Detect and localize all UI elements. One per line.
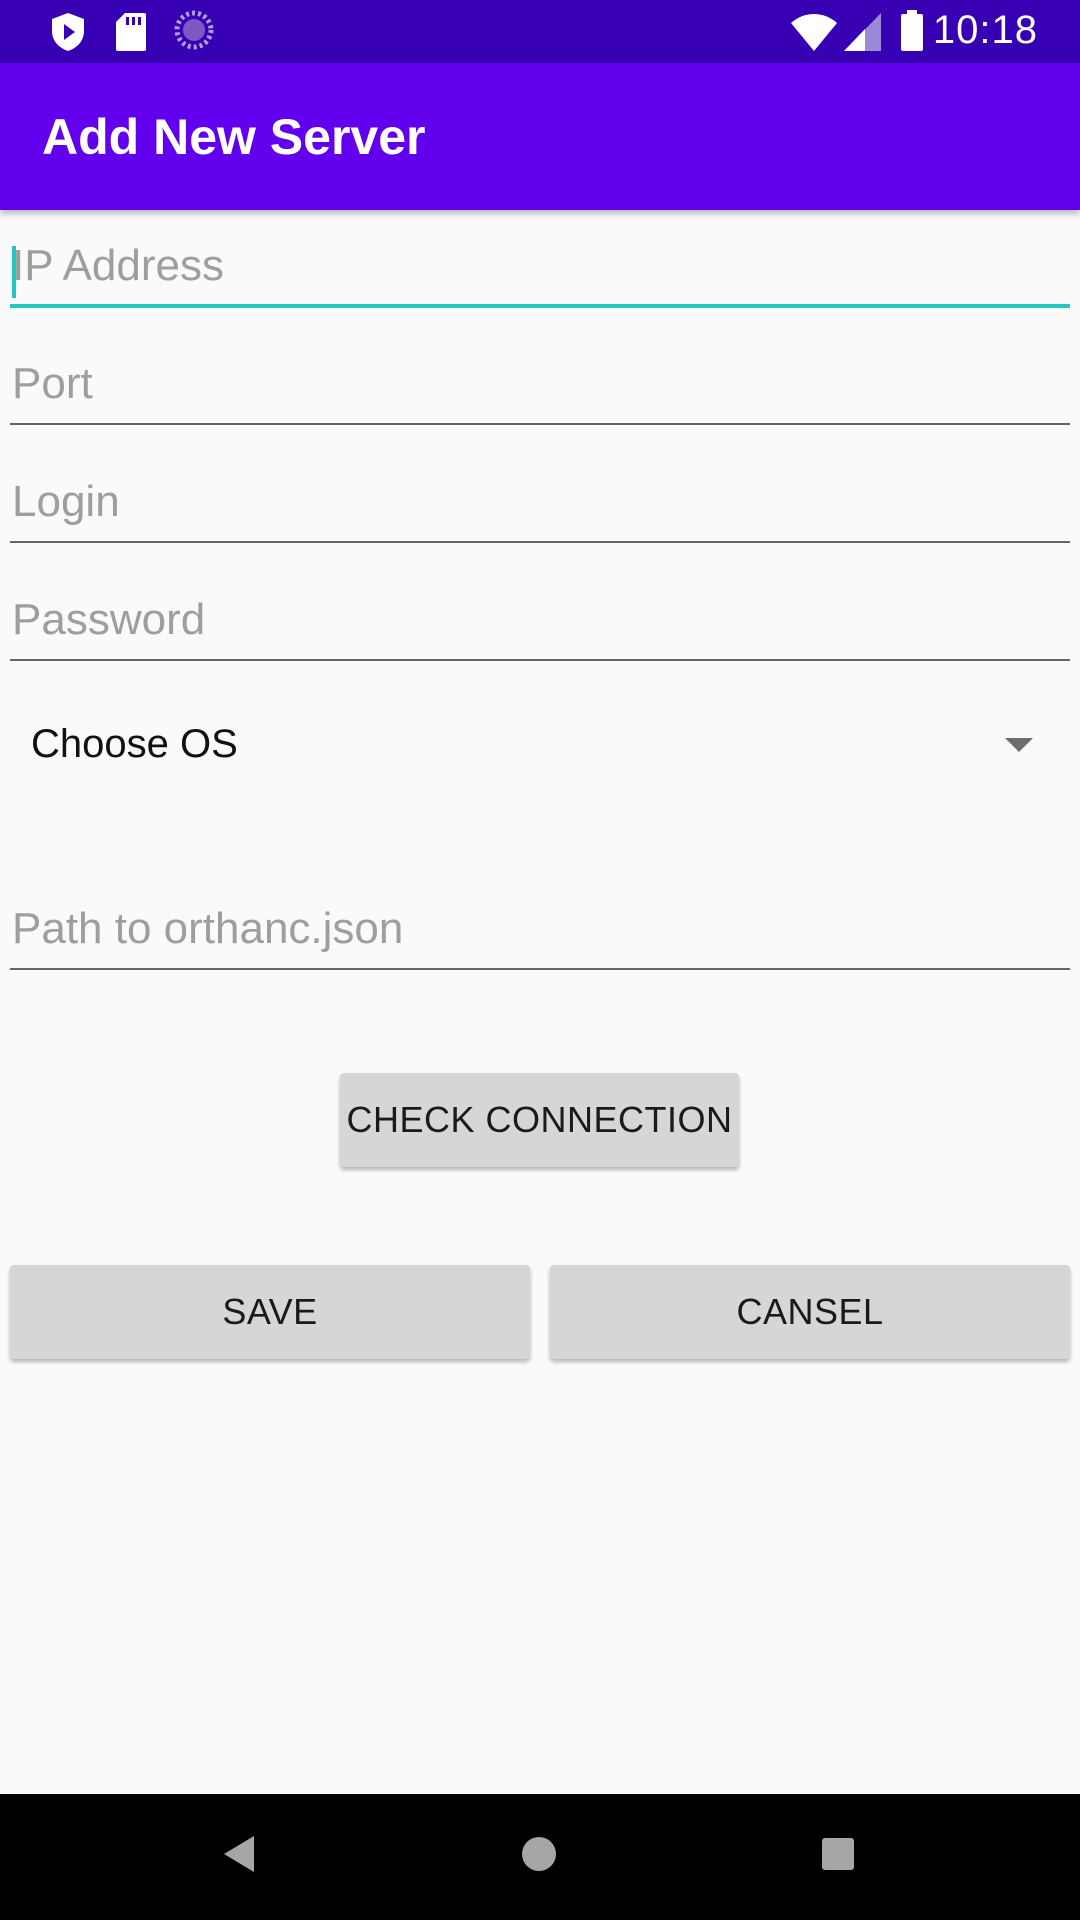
- wifi-icon: [790, 12, 838, 57]
- signal-icon: [843, 12, 883, 57]
- back-icon[interactable]: [224, 1836, 254, 1872]
- login-field[interactable]: [10, 463, 1070, 543]
- save-button[interactable]: SAVE: [10, 1265, 530, 1359]
- app-bar: Add New Server: [0, 63, 1080, 210]
- port-field[interactable]: [10, 345, 1070, 425]
- path-input[interactable]: [10, 890, 1070, 968]
- battery-icon: [900, 10, 924, 57]
- login-input[interactable]: [10, 463, 1070, 541]
- status-time: 10:18: [932, 8, 1038, 52]
- status-bar: 10:18: [0, 0, 1080, 63]
- password-field[interactable]: [10, 581, 1070, 661]
- page-title: Add New Server: [42, 109, 426, 165]
- os-select[interactable]: Choose OS: [10, 700, 1070, 790]
- os-select-value: Choose OS: [31, 722, 238, 766]
- check-connection-button[interactable]: CHECK CONNECTION: [340, 1073, 739, 1167]
- screen: 10:18 Add New Server Choose OS CHECK CON…: [0, 0, 1080, 1920]
- recent-apps-icon[interactable]: [822, 1838, 854, 1870]
- play-protect-icon: [50, 12, 86, 57]
- sd-card-icon: [115, 12, 147, 57]
- loading-icon: [174, 10, 214, 55]
- ip-address-input[interactable]: [10, 228, 1070, 304]
- password-input[interactable]: [10, 581, 1070, 659]
- navigation-bar: [0, 1794, 1080, 1920]
- ip-address-field[interactable]: [10, 228, 1070, 308]
- cancel-button[interactable]: CANSEL: [550, 1265, 1070, 1359]
- dropdown-arrow-icon: [1005, 738, 1033, 752]
- home-icon[interactable]: [522, 1837, 556, 1871]
- path-field[interactable]: [10, 890, 1070, 970]
- port-input[interactable]: [10, 345, 1070, 423]
